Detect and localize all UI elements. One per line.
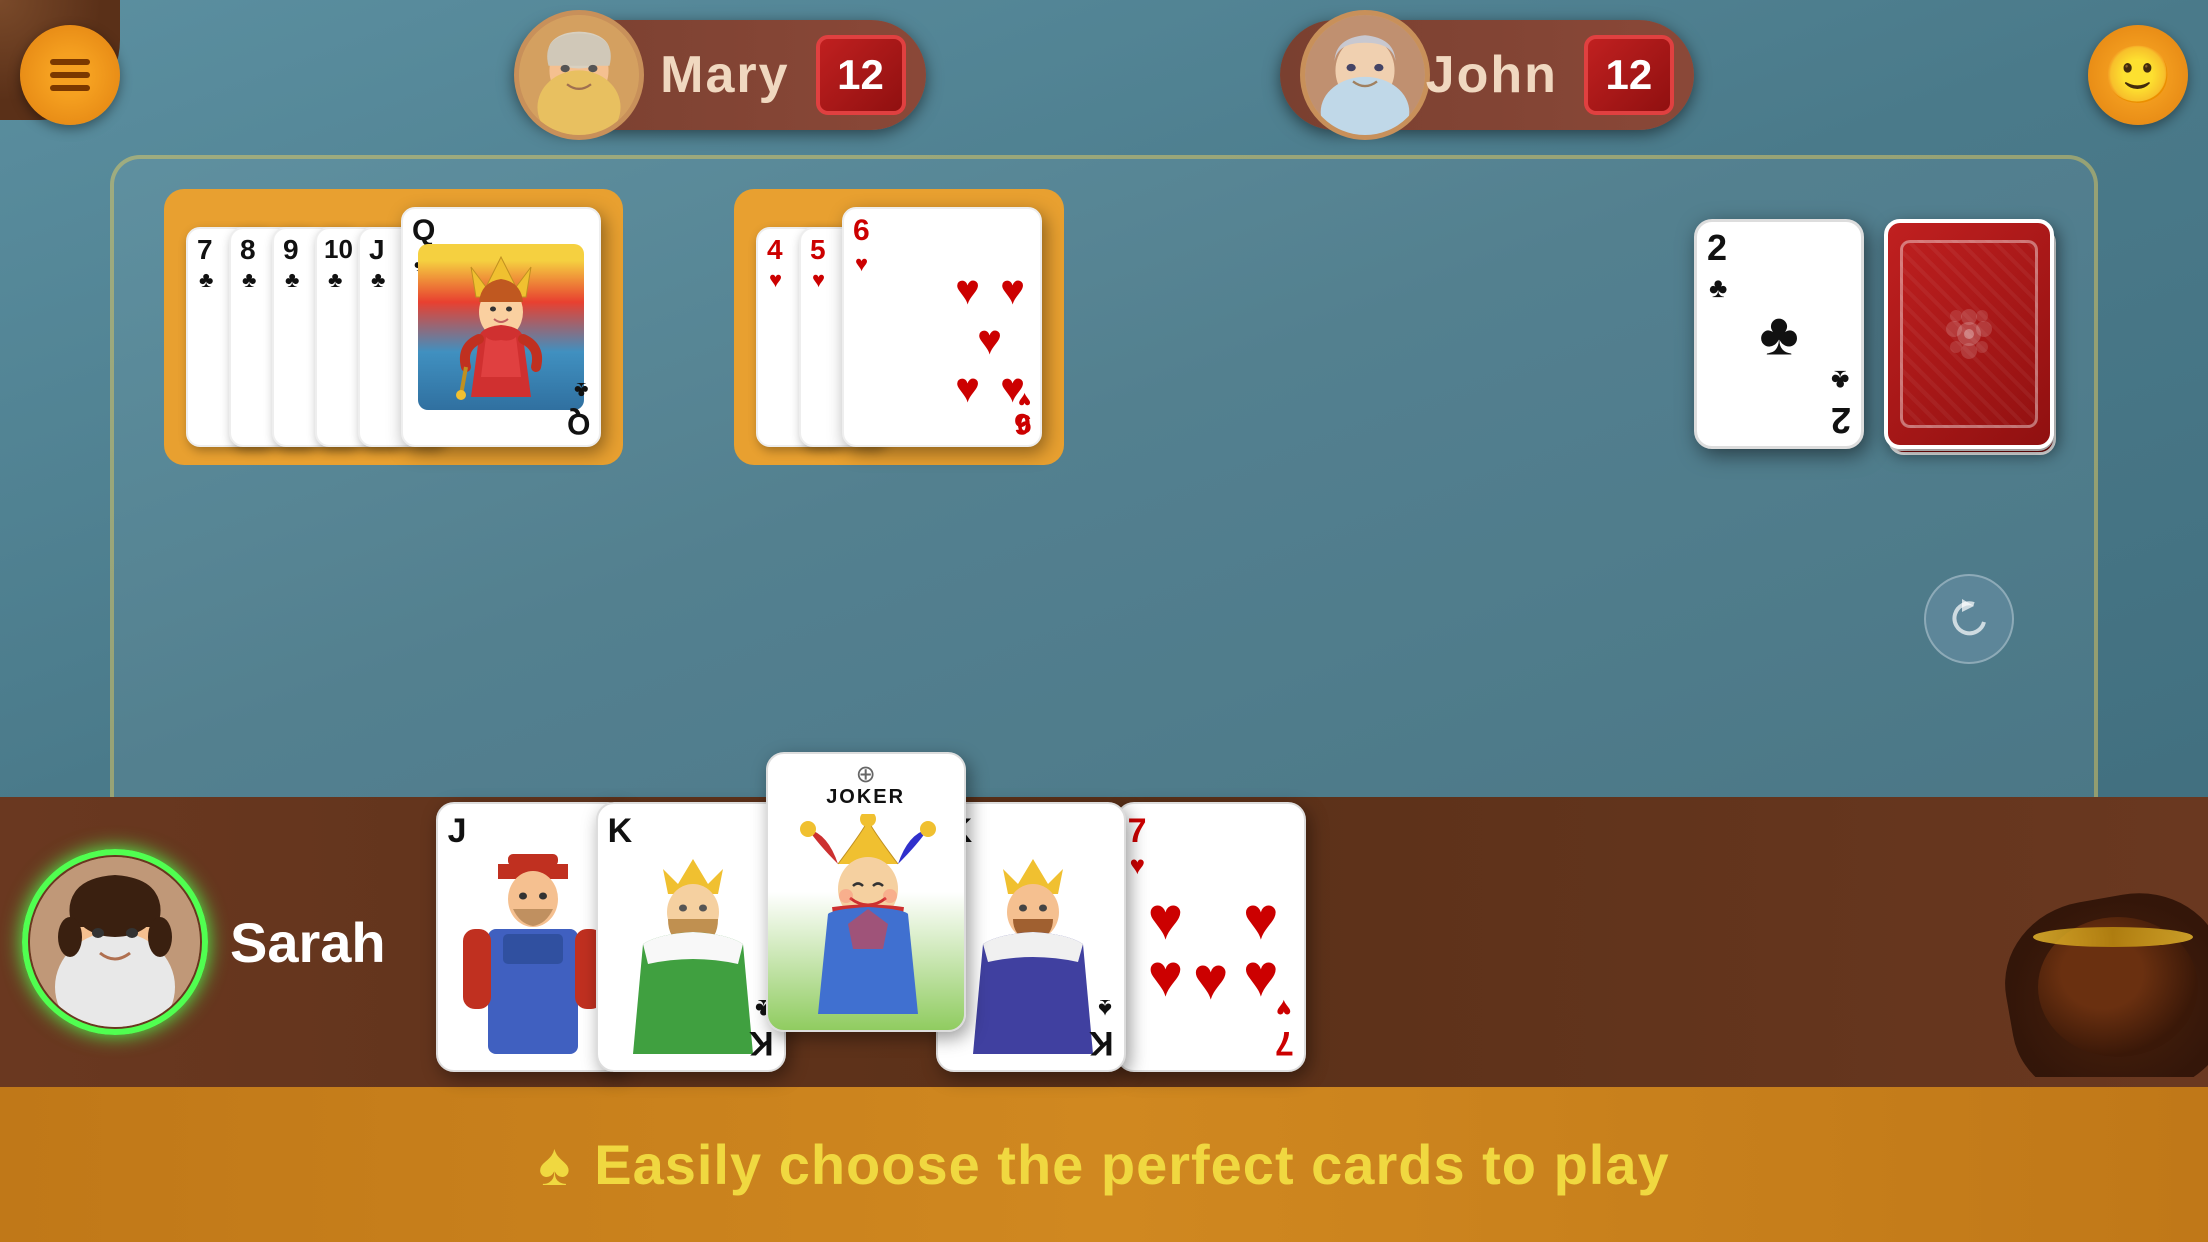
spade-icon: ♠ xyxy=(538,1130,570,1199)
draw-top-card[interactable]: 2 ♣ ♣ 2 ♣ xyxy=(1694,219,1864,449)
hand-card-joker[interactable]: ⊕ JOKER xyxy=(766,752,966,1032)
player-bar-john: 12 John xyxy=(1280,20,1694,130)
bottom-bar-text: Easily choose the perfect cards to play xyxy=(594,1132,1669,1197)
card-q-clubs: Q ♣ xyxy=(401,207,601,447)
avatar-sarah-container xyxy=(30,857,200,1027)
undo-button[interactable] xyxy=(1924,574,2014,664)
hand-card-7-hearts[interactable]: 7 ♥ ♥ ♥ ♥ ♥ ♥ 7 ♥ xyxy=(1116,802,1306,1072)
bottom-player-area: Sarah J ♠ xyxy=(0,797,2208,1087)
player-name-sarah: Sarah xyxy=(230,910,386,975)
draw-pile-stack[interactable] xyxy=(1884,219,2054,449)
active-player-ring xyxy=(22,849,208,1035)
card-6-hearts: 6 ♥ ♥ ♥ ♥ ♥ ♥ 6 ♥ 9 xyxy=(842,207,1042,447)
top-bar: Mary 12 12 John � xyxy=(0,0,2208,150)
hand-cards: J ♠ xyxy=(436,802,2178,1082)
avatar-john xyxy=(1300,10,1430,140)
draw-pile: 2 ♣ ♣ 2 ♣ xyxy=(1694,219,2054,449)
player-name-mary: Mary xyxy=(660,45,789,105)
menu-button[interactable] xyxy=(20,25,120,125)
score-badge-john: 12 xyxy=(1584,35,1674,115)
player-bar-mary: Mary 12 xyxy=(514,20,925,130)
emoji-button[interactable]: 🙂 xyxy=(2088,25,2188,125)
score-badge-mary: 12 xyxy=(816,35,906,115)
player-name-john: John xyxy=(1426,45,1558,105)
bottom-bar: ♠ Easily choose the perfect cards to pla… xyxy=(0,1087,2208,1242)
card-group-hearts: 4 ♥ 5 ♥ 6 ♥ ♥ ♥ ♥ ♥ ♥ 6 ♥ 9 xyxy=(734,189,1064,465)
hand-card-k-clubs[interactable]: K ♣ xyxy=(596,802,786,1072)
coffee-cup-decoration xyxy=(1958,877,2208,1077)
avatar-mary xyxy=(514,10,644,140)
card-group-clubs: 7 ♣ 8 ♣ 9 ♣ 10 ♣ J ♣ xyxy=(164,189,623,465)
